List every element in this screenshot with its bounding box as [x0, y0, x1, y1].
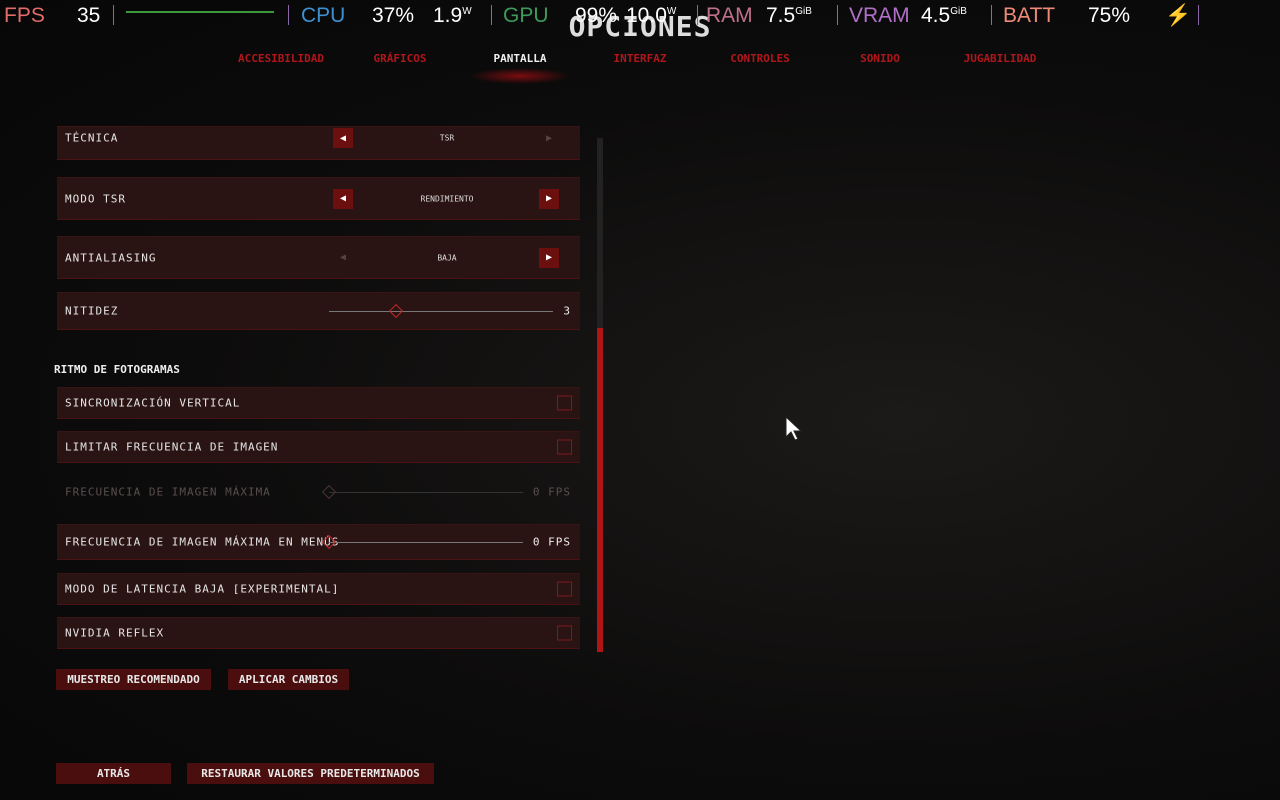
setting-antialiasing: ANTIALIASING ◀ BAJA ▶	[57, 236, 580, 279]
tab-bar: ACCESIBILIDAD GRÁFICOS PANTALLA INTERFAZ…	[0, 52, 1280, 66]
cpu-label: CPU	[301, 4, 346, 27]
setting-label: FRECUENCIA DE IMAGEN MÁXIMA EN MENÚS	[65, 535, 340, 549]
setting-nvidia-reflex[interactable]: NVIDIA REFLEX	[57, 617, 580, 649]
gpu-power-unit: W	[666, 6, 677, 17]
setting-label: NITIDEZ	[65, 304, 119, 318]
back-button[interactable]: ATRÁS	[56, 763, 171, 784]
vram-label: VRAM	[849, 4, 910, 27]
gpu-power: 10.0W	[626, 4, 676, 28]
restore-defaults-button[interactable]: RESTAURAR VALORES PREDETERMINADOS	[187, 763, 434, 784]
vram-amount: 4.5	[921, 4, 951, 27]
setting-limit-framerate[interactable]: LIMITAR FRECUENCIA DE IMAGEN	[57, 431, 580, 463]
setting-label: MODO DE LATENCIA BAJA [EXPERIMENTAL]	[65, 582, 340, 596]
slider-track[interactable]	[329, 542, 523, 543]
setting-value: 3	[563, 304, 571, 318]
next-arrow-icon[interactable]: ▶	[539, 188, 559, 209]
setting-tecnica: TÉCNICA ◀ TSR ▶	[57, 126, 580, 160]
cpu-power-unit: W	[462, 6, 472, 17]
active-tab-highlight	[470, 68, 570, 84]
cpu-load: 37%	[372, 4, 415, 27]
setting-max-framerate-menus: FRECUENCIA DE IMAGEN MÁXIMA EN MENÚS 0 F…	[57, 524, 580, 560]
setting-vsync[interactable]: SINCRONIZACIÓN VERTICAL	[57, 387, 580, 419]
gpu-label: GPU	[503, 4, 549, 27]
fps-label: FPS	[4, 4, 45, 27]
mouse-cursor-icon	[785, 416, 803, 441]
setting-value: RENDIMIENTO	[420, 194, 474, 203]
slider-thumb	[321, 484, 337, 500]
tab-graficos[interactable]: GRÁFICOS	[374, 52, 427, 65]
setting-max-framerate: FRECUENCIA DE IMAGEN MÁXIMA 0 FPS	[57, 477, 580, 507]
setting-label: LIMITAR FRECUENCIA DE IMAGEN	[65, 440, 279, 454]
setting-label: SINCRONIZACIÓN VERTICAL	[65, 396, 241, 410]
scrollbar[interactable]	[597, 138, 603, 652]
tab-interfaz[interactable]: INTERFAZ	[614, 52, 667, 65]
limit-framerate-checkbox[interactable]	[557, 439, 572, 455]
section-title: RITMO DE FOTOGRAMAS	[54, 363, 180, 376]
ram-label: RAM	[706, 4, 753, 27]
ram-amount: 7.5	[766, 4, 796, 27]
vsync-checkbox[interactable]	[557, 395, 572, 411]
recommended-sampling-button[interactable]: MUESTREO RECOMENDADO	[56, 669, 211, 690]
slider-track	[329, 492, 523, 493]
setting-label: MODO TSR	[65, 192, 126, 205]
tab-controles[interactable]: CONTROLES	[730, 52, 790, 65]
ram-unit: GiB	[795, 6, 812, 17]
setting-label: ANTIALIASING	[65, 251, 157, 264]
tab-accesibilidad[interactable]: ACCESIBILIDAD	[238, 52, 324, 65]
previous-arrow-icon[interactable]: ◀	[333, 128, 353, 148]
slider-thumb[interactable]	[389, 303, 404, 319]
nvidia-reflex-checkbox[interactable]	[557, 625, 572, 641]
setting-label: NVIDIA REFLEX	[65, 626, 165, 640]
next-arrow-icon[interactable]: ▶	[539, 128, 559, 148]
gpu-load: 99%	[575, 4, 618, 27]
next-arrow-icon[interactable]: ▶	[539, 247, 559, 268]
setting-value: 0 FPS	[532, 485, 571, 499]
tab-sonido[interactable]: SONIDO	[860, 52, 900, 65]
scrollbar-thumb[interactable]	[597, 328, 603, 652]
cpu-power: 1.9W	[433, 4, 472, 28]
fps-value: 35	[77, 4, 101, 27]
tab-pantalla[interactable]: PANTALLA	[494, 52, 547, 65]
vram-unit: GiB	[950, 6, 967, 17]
setting-nitidez: NITIDEZ 3	[57, 292, 580, 330]
setting-label: TÉCNICA	[65, 131, 119, 145]
setting-label: FRECUENCIA DE IMAGEN MÁXIMA	[65, 485, 271, 499]
previous-arrow-icon[interactable]: ◀	[333, 248, 353, 268]
tab-jugabilidad[interactable]: JUGABILIDAD	[964, 52, 1037, 65]
gpu-power-value: 10.0	[626, 4, 667, 27]
apply-changes-button[interactable]: APLICAR CAMBIOS	[228, 669, 349, 690]
previous-arrow-icon[interactable]: ◀	[333, 188, 353, 209]
ram-value: 7.5GiB	[766, 4, 812, 28]
battery-label: BATT	[1003, 4, 1056, 27]
setting-value: 0 FPS	[532, 535, 571, 549]
slider-track[interactable]	[329, 311, 553, 312]
setting-modo-tsr: MODO TSR ◀ RENDIMIENTO ▶	[57, 177, 580, 220]
power-plug-icon: ⚡	[1165, 4, 1192, 27]
setting-value: TSR	[439, 133, 455, 143]
setting-low-latency[interactable]: MODO DE LATENCIA BAJA [EXPERIMENTAL]	[57, 573, 580, 605]
vram-value: 4.5GiB	[921, 4, 967, 28]
frametime-graph	[126, 11, 274, 13]
low-latency-checkbox[interactable]	[557, 581, 572, 597]
setting-value: BAJA	[437, 253, 457, 262]
cpu-power-value: 1.9	[433, 4, 463, 27]
battery-value: 75%	[1088, 4, 1131, 27]
